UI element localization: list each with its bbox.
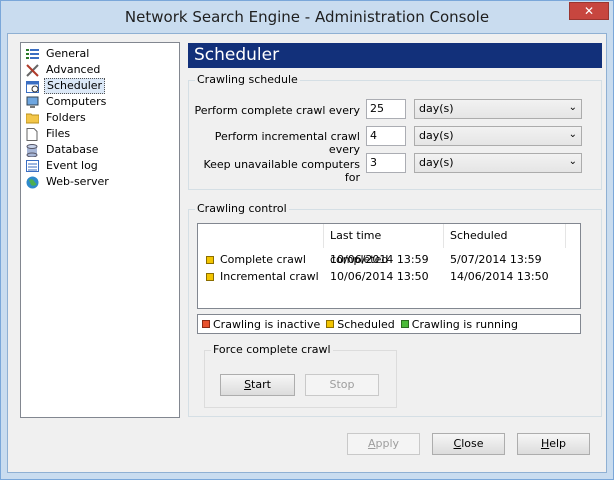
legend-swatch-inactive xyxy=(202,320,210,328)
start-crawl-button[interactable]: Start xyxy=(220,374,295,396)
keep-unavailable-label: Keep unavailable computers for xyxy=(203,158,360,184)
nav-item-label: Web-server xyxy=(46,175,109,188)
nav-item-label: Database xyxy=(46,143,99,156)
column-header-name[interactable] xyxy=(198,224,324,248)
status-indicator-scheduled xyxy=(206,256,214,264)
panel-title: Scheduler xyxy=(188,43,602,68)
nav-item-label: Scheduler xyxy=(44,78,106,94)
chevron-down-icon: ⌄ xyxy=(568,129,577,140)
select-value: day(s) xyxy=(419,156,454,169)
nav-item-advanced[interactable]: Advanced xyxy=(25,62,179,78)
complete-crawl-unit-select[interactable]: day(s) ⌄ xyxy=(414,99,582,119)
nav-item-event-log[interactable]: Event log xyxy=(25,158,179,174)
list-icon xyxy=(25,47,39,61)
row-name: Complete crawl xyxy=(220,253,306,266)
legend-item-inactive: Crawling is inactive xyxy=(202,318,320,331)
column-header-last-completed[interactable]: Last time completed xyxy=(324,224,444,266)
incremental-crawl-label: Perform incremental crawl every xyxy=(214,130,360,156)
keep-unavailable-unit-select[interactable]: day(s) ⌄ xyxy=(414,153,582,173)
crawling-control-title: Crawling control xyxy=(195,202,289,215)
app-window: Network Search Engine - Administration C… xyxy=(0,0,614,480)
close-button[interactable]: Close xyxy=(432,433,505,455)
legend-swatch-scheduled xyxy=(326,320,335,328)
stop-crawl-button[interactable]: Stop xyxy=(305,374,379,396)
apply-button[interactable]: Apply xyxy=(347,433,420,455)
globe-icon xyxy=(25,175,39,189)
nav-item-general[interactable]: General xyxy=(25,46,179,62)
eventlog-icon xyxy=(25,159,39,173)
nav-item-files[interactable]: Files xyxy=(25,126,179,142)
help-button[interactable]: Help xyxy=(517,433,590,455)
force-crawl-title: Force complete crawl xyxy=(211,343,333,356)
complete-crawl-days-input[interactable]: 25 xyxy=(366,99,406,119)
calendar-icon xyxy=(25,79,39,93)
nav-item-label: General xyxy=(46,47,90,60)
folder-icon xyxy=(25,111,39,125)
nav-item-web-server[interactable]: Web-server xyxy=(25,174,179,190)
incremental-crawl-unit-select[interactable]: day(s) ⌄ xyxy=(414,126,582,146)
nav-item-label: Folders xyxy=(46,111,86,124)
legend-item-running: Crawling is running xyxy=(400,318,518,331)
crawling-schedule-title: Crawling schedule xyxy=(195,73,300,86)
nav-item-computers[interactable]: Computers xyxy=(25,94,179,110)
row-scheduled: 14/06/2014 13:50 xyxy=(450,270,549,283)
complete-crawl-label: Perform complete crawl every xyxy=(194,104,361,117)
legend-swatch-running xyxy=(400,320,409,328)
row-last-completed: 10/06/2014 13:50 xyxy=(330,270,429,283)
select-value: day(s) xyxy=(419,129,454,142)
nav-item-label: Event log xyxy=(46,159,98,172)
column-header-scheduled[interactable]: Scheduled xyxy=(444,224,566,248)
title-bar[interactable]: Network Search Engine - Administration C… xyxy=(1,1,613,33)
chevron-down-icon: ⌄ xyxy=(568,102,577,113)
status-indicator-scheduled xyxy=(206,273,214,281)
close-icon: ✕ xyxy=(583,4,595,18)
close-window-button[interactable]: ✕ xyxy=(569,2,609,20)
computer-icon xyxy=(25,95,39,109)
row-name: Incremental crawl xyxy=(220,270,319,283)
keep-unavailable-days-input[interactable]: 3 xyxy=(366,153,406,173)
select-value: day(s) xyxy=(419,102,454,115)
row-scheduled: 5/07/2014 13:59 xyxy=(450,253,542,266)
chevron-down-icon: ⌄ xyxy=(568,156,577,167)
incremental-crawl-days-input[interactable]: 4 xyxy=(366,126,406,146)
crawl-status-table[interactable]: Last time completed Scheduled Complete c… xyxy=(197,223,581,309)
database-icon xyxy=(25,143,39,157)
nav-item-label: Advanced xyxy=(46,63,101,76)
legend-item-scheduled: Scheduled xyxy=(326,318,395,331)
tools-icon xyxy=(25,63,39,77)
navigation-tree[interactable]: General Advanced Scheduler Computers Fol… xyxy=(20,42,180,418)
status-legend: Crawling is inactive Scheduled Crawling … xyxy=(197,314,581,334)
nav-item-database[interactable]: Database xyxy=(25,142,179,158)
nav-item-folders[interactable]: Folders xyxy=(25,110,179,126)
nav-item-label: Computers xyxy=(46,95,107,108)
nav-item-scheduler[interactable]: Scheduler xyxy=(25,78,179,94)
nav-item-label: Files xyxy=(46,127,71,140)
row-last-completed: 10/06/2014 13:59 xyxy=(330,253,429,266)
file-icon xyxy=(25,127,39,141)
window-title: Network Search Engine - Administration C… xyxy=(124,8,490,26)
